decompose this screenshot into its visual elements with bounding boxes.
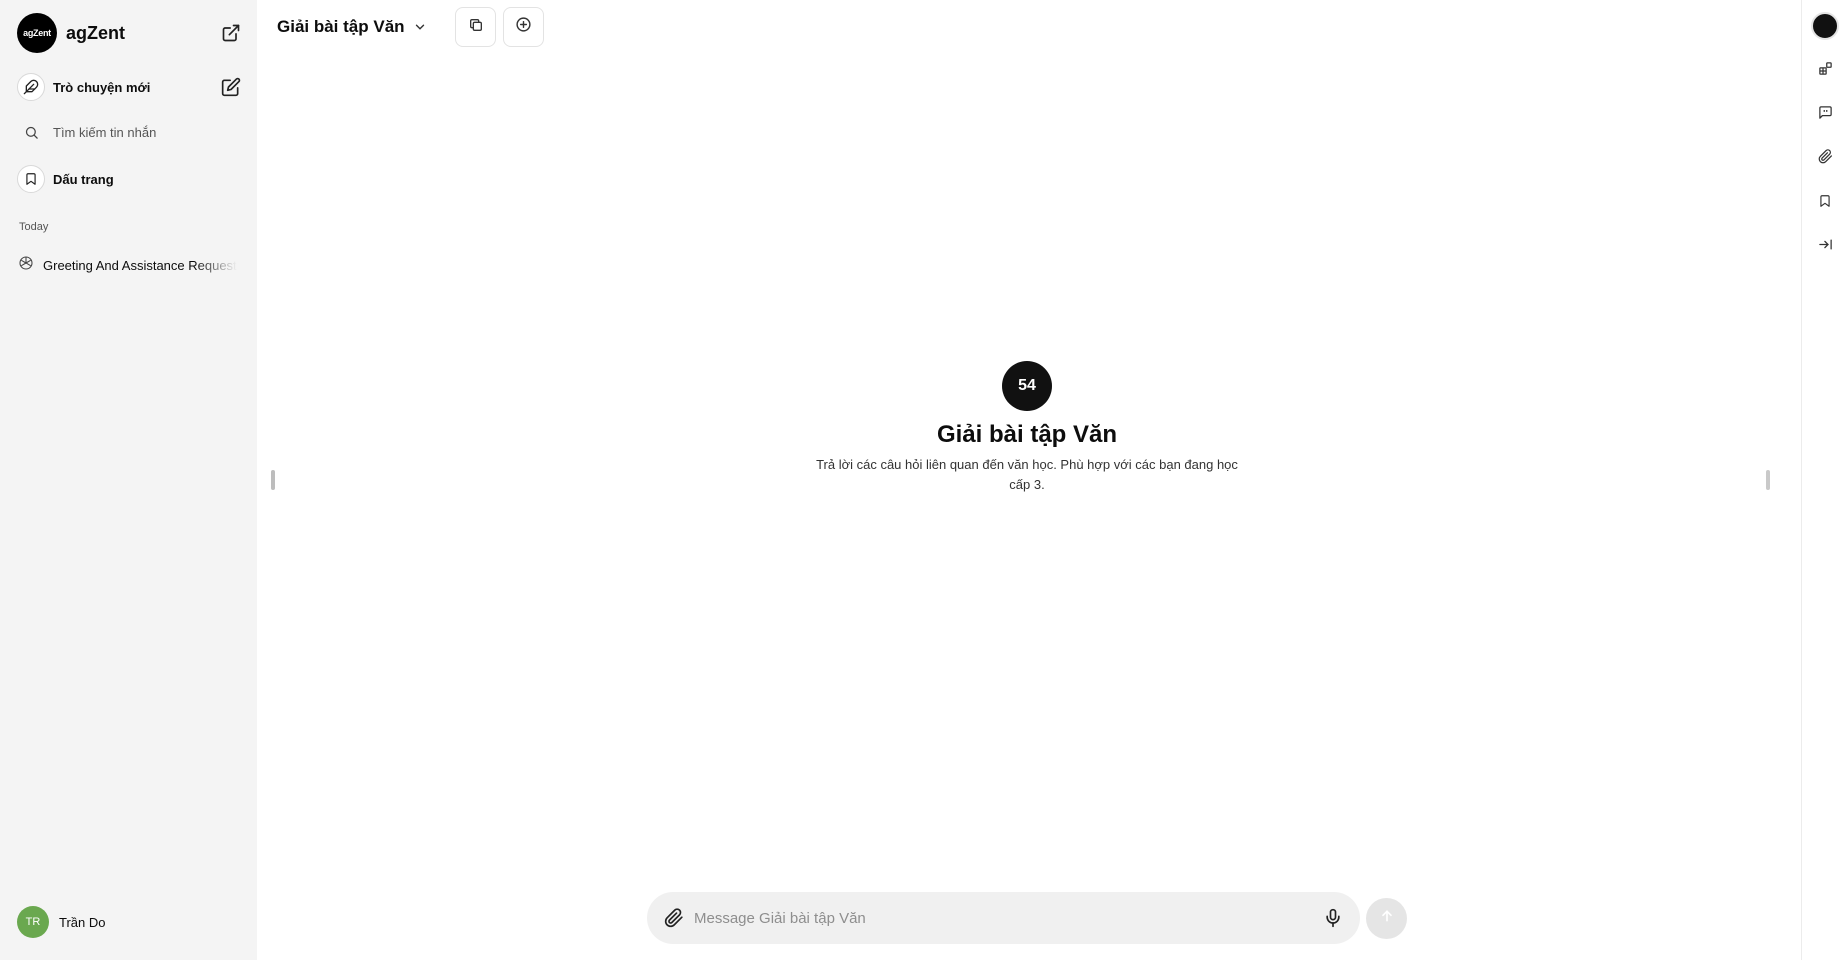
- blocks-icon: [1818, 61, 1833, 81]
- add-button[interactable]: [503, 7, 544, 47]
- right-panel-handle[interactable]: [1766, 470, 1770, 490]
- brand-name: agZent: [66, 22, 126, 43]
- brand-logo[interactable]: agZent: [17, 13, 57, 53]
- history-item-label: Greeting And Assistance Request: [43, 257, 237, 273]
- agent-avatar-button[interactable]: [1810, 11, 1840, 41]
- paperclip-icon: [1818, 149, 1833, 169]
- bookmark-icon: [1818, 194, 1832, 213]
- feather-icon: [17, 73, 45, 101]
- copy-icon: [468, 17, 484, 38]
- sidebar: agZent agZent Trò chuyện mới Tìm kiếm ti…: [0, 0, 257, 960]
- message-input[interactable]: [694, 909, 1320, 927]
- model-name: Giải bài tập Văn: [277, 17, 405, 36]
- plus-circle-icon: [515, 16, 532, 38]
- app-root: agZent agZent Trò chuyện mới Tìm kiếm ti…: [0, 0, 1847, 960]
- agent-landing: 54 Giải bài tập Văn Trả lời các câu hỏi …: [807, 361, 1247, 495]
- agent-avatar-icon: [1811, 12, 1839, 40]
- chevron-down-icon: [413, 20, 427, 34]
- agent-title: Giải bài tập Văn: [936, 421, 1118, 448]
- bookmark-icon: [17, 165, 45, 193]
- duplicate-button[interactable]: [455, 7, 496, 47]
- agent-description: Trả lời các câu hỏi liên quan đến văn họ…: [816, 457, 1238, 492]
- microphone-icon[interactable]: [1320, 905, 1346, 931]
- rail-prompts[interactable]: [1810, 100, 1840, 130]
- search-icon: [17, 118, 45, 146]
- rail-files[interactable]: [1810, 144, 1840, 174]
- bookmarks-button[interactable]: Dấu trang: [17, 163, 241, 195]
- new-chat-button[interactable]: Trò chuyện mới: [17, 71, 241, 103]
- bookmarks-label: Dấu trang: [53, 171, 114, 187]
- search-messages[interactable]: Tìm kiếm tin nhắn: [17, 116, 241, 148]
- arrow-right-to-line-icon: [1818, 237, 1833, 257]
- left-panel-handle[interactable]: [271, 470, 275, 490]
- send-button[interactable]: [1366, 898, 1407, 939]
- user-name: Trần Do: [59, 914, 106, 930]
- brand: agZent agZent: [17, 13, 241, 53]
- rail-bookmarks[interactable]: [1810, 188, 1840, 218]
- external-link-icon[interactable]: [221, 23, 241, 43]
- search-messages-label: Tìm kiếm tin nhắn: [53, 124, 157, 140]
- section-today: Today: [19, 221, 49, 233]
- avatar: TR: [17, 906, 49, 938]
- paperclip-icon[interactable]: [662, 906, 686, 930]
- new-chat-label: Trò chuyện mới: [53, 79, 151, 95]
- arrow-up-icon: [1379, 908, 1395, 929]
- openai-icon: [18, 255, 34, 276]
- model-selector[interactable]: Giải bài tập Văn: [277, 14, 427, 40]
- compose-icon[interactable]: [221, 77, 241, 97]
- history-item[interactable]: Greeting And Assistance Request: [18, 254, 238, 276]
- message-square-icon: [1818, 105, 1833, 125]
- user-menu[interactable]: TR Trần Do: [17, 906, 105, 938]
- rail-collapse[interactable]: [1810, 232, 1840, 262]
- right-rail: [1801, 0, 1847, 960]
- rail-agents[interactable]: [1810, 56, 1840, 86]
- composer: [647, 892, 1360, 944]
- agent-logo: 54: [1002, 361, 1052, 411]
